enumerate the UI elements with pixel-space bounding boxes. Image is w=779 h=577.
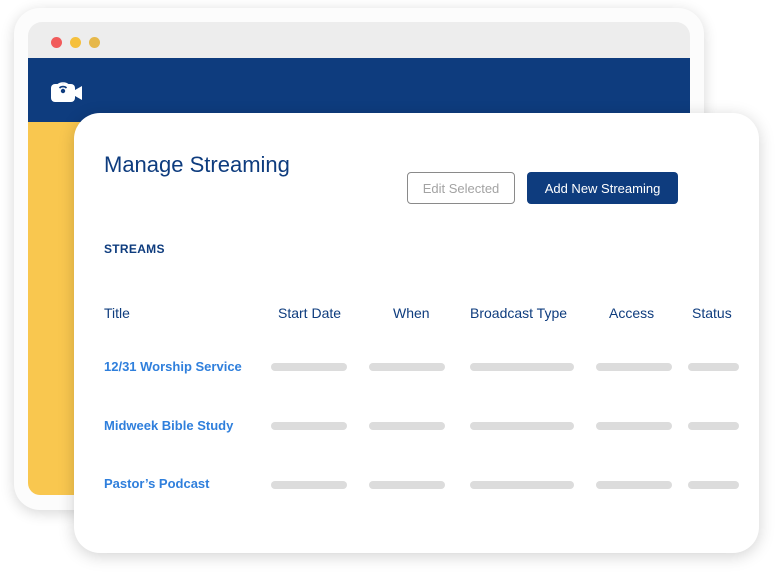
when-placeholder bbox=[369, 363, 445, 371]
window-maximize-dot[interactable] bbox=[89, 37, 100, 48]
when-placeholder bbox=[369, 481, 445, 489]
browser-titlebar bbox=[28, 22, 690, 60]
stream-title-link[interactable]: Pastor’s Podcast bbox=[104, 476, 210, 491]
when-placeholder bbox=[369, 422, 445, 430]
window-minimize-dot[interactable] bbox=[70, 37, 81, 48]
column-header-title[interactable]: Title bbox=[104, 305, 130, 321]
window-close-dot[interactable] bbox=[51, 37, 62, 48]
column-header-start-date[interactable]: Start Date bbox=[278, 305, 341, 321]
start-date-placeholder bbox=[271, 422, 347, 430]
column-header-status[interactable]: Status bbox=[692, 305, 732, 321]
start-date-placeholder bbox=[271, 481, 347, 489]
status-placeholder bbox=[688, 363, 739, 371]
column-header-access[interactable]: Access bbox=[609, 305, 654, 321]
access-placeholder bbox=[596, 481, 672, 489]
page-title: Manage Streaming bbox=[104, 152, 290, 177]
status-placeholder bbox=[688, 422, 739, 430]
broadcast-type-placeholder bbox=[470, 422, 574, 430]
add-new-streaming-button[interactable]: Add New Streaming bbox=[527, 172, 678, 204]
streaming-camera-icon[interactable] bbox=[50, 76, 84, 104]
streams-section-label: STREAMS bbox=[104, 242, 165, 256]
edit-selected-button[interactable]: Edit Selected bbox=[407, 172, 515, 204]
access-placeholder bbox=[596, 363, 672, 371]
broadcast-type-placeholder bbox=[470, 481, 574, 489]
start-date-placeholder bbox=[271, 363, 347, 371]
stream-title-link[interactable]: Midweek Bible Study bbox=[104, 418, 233, 433]
status-placeholder bbox=[688, 481, 739, 489]
broadcast-type-placeholder bbox=[470, 363, 574, 371]
column-header-broadcast-type[interactable]: Broadcast Type bbox=[470, 305, 567, 321]
access-placeholder bbox=[596, 422, 672, 430]
stream-title-link[interactable]: 12/31 Worship Service bbox=[104, 359, 242, 374]
column-header-when[interactable]: When bbox=[393, 305, 430, 321]
